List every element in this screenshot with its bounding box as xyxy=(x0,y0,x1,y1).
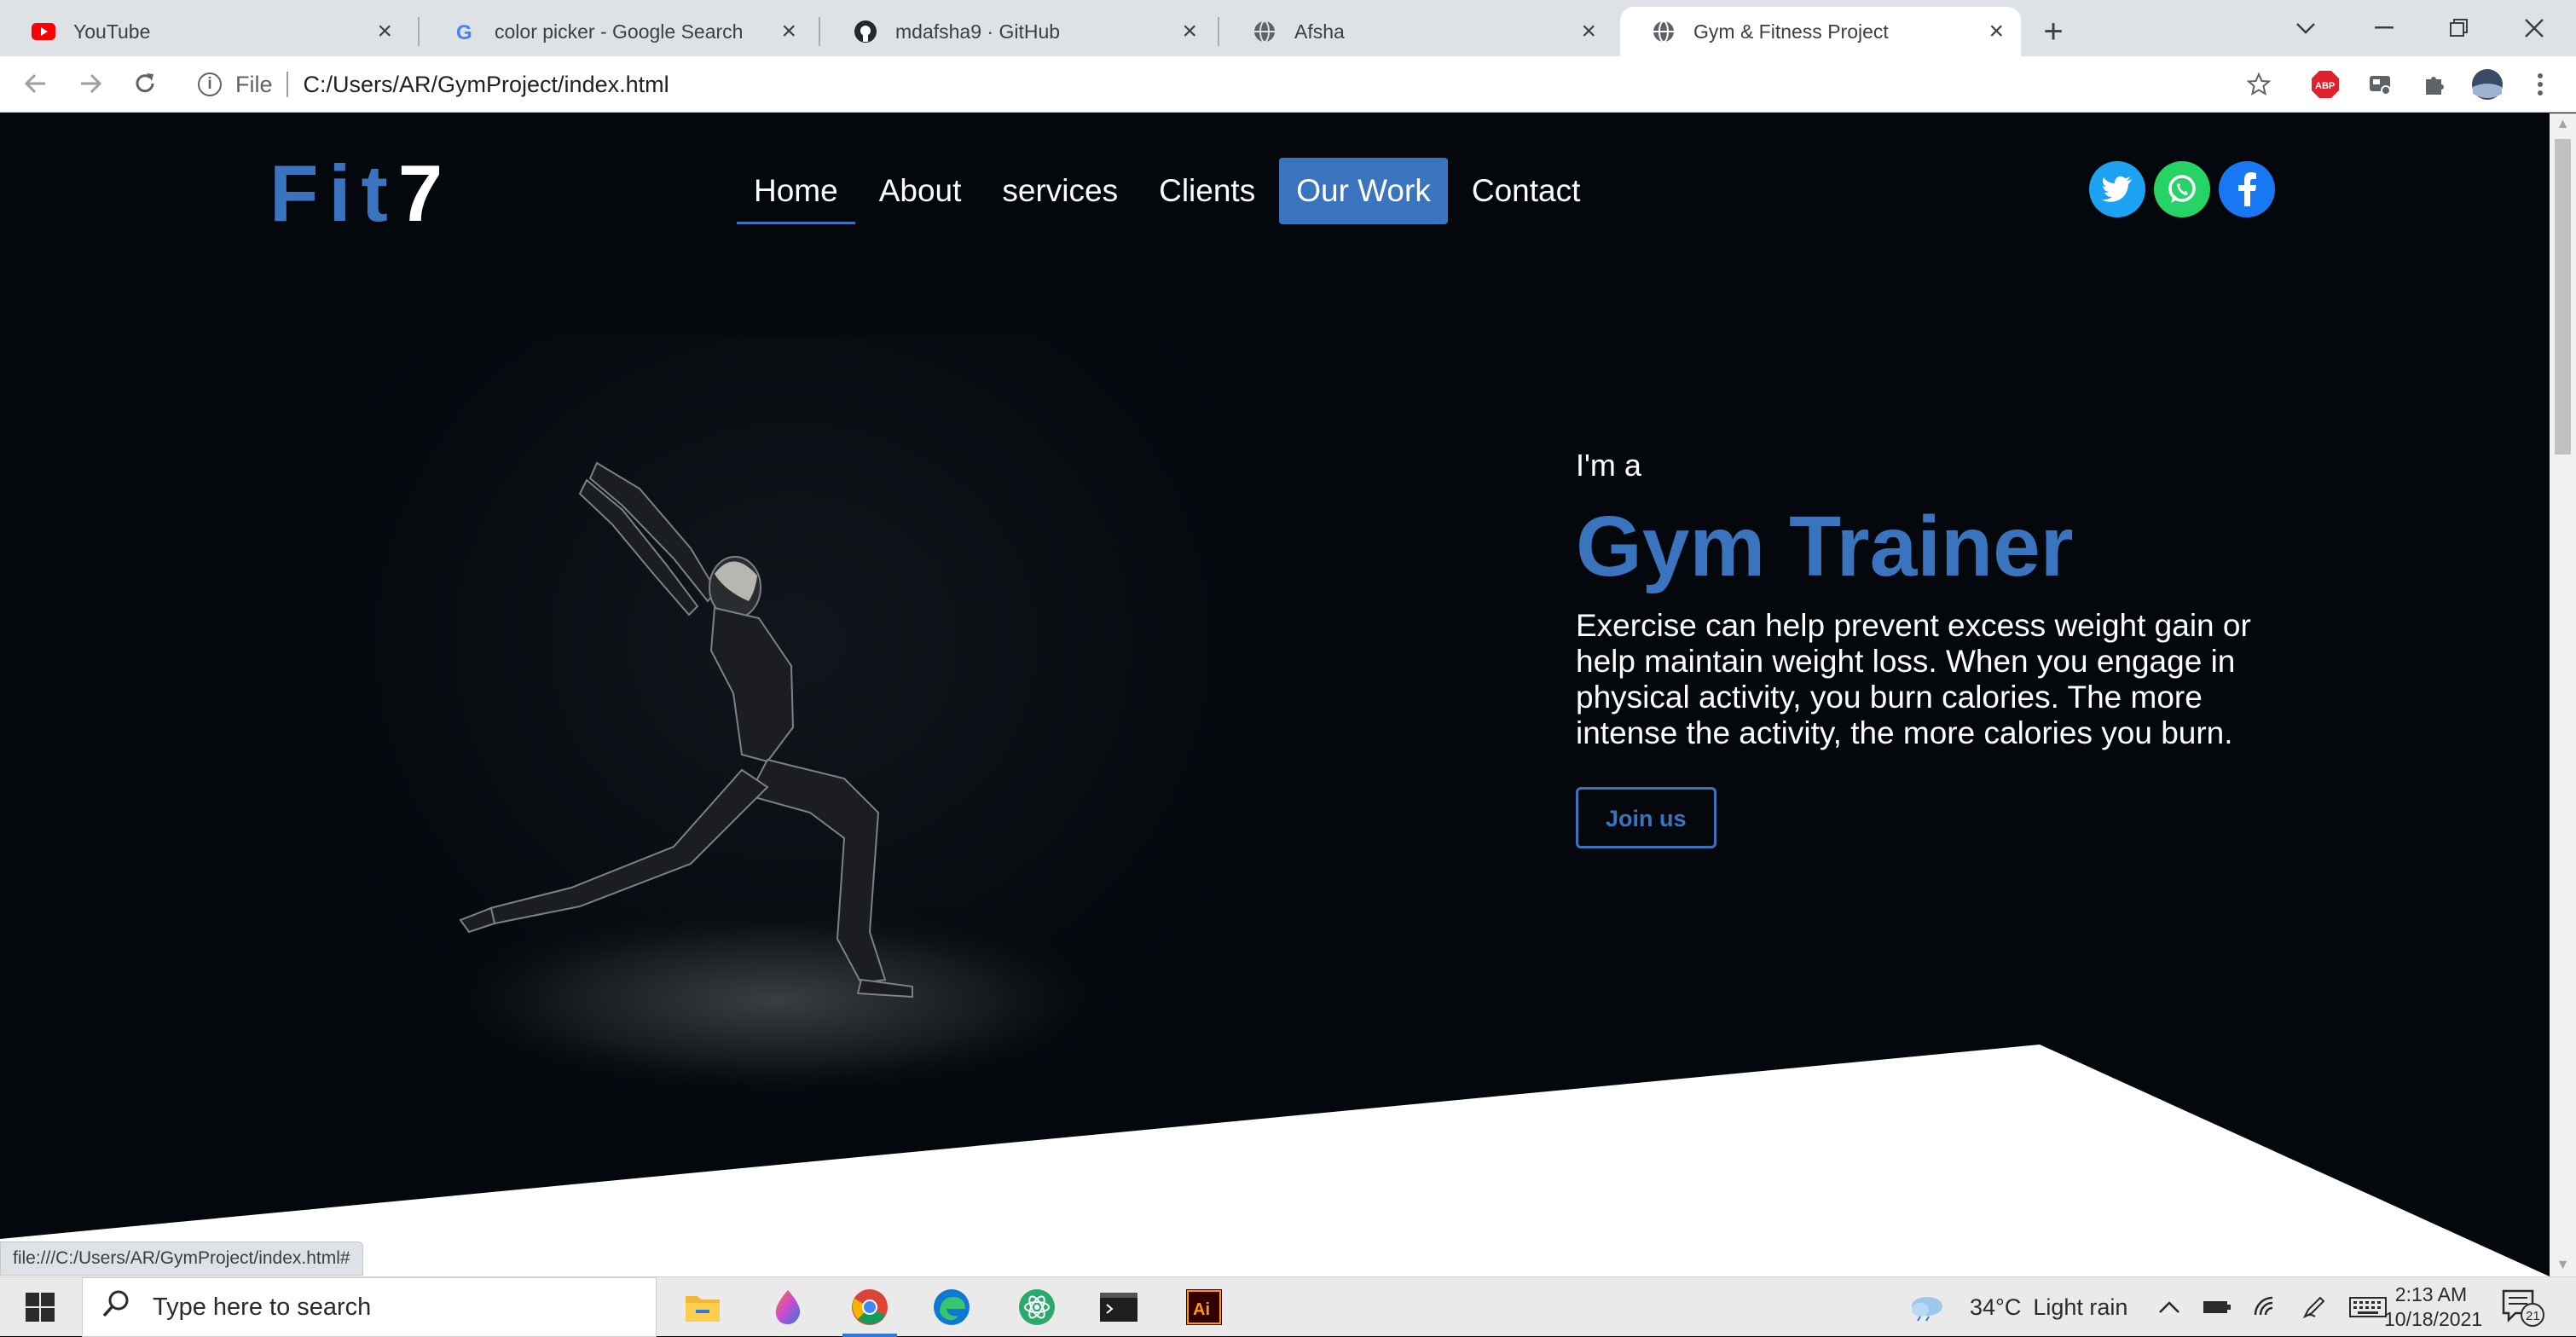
browser-toolbar: i File C:/Users/AR/GymProject/index.html… xyxy=(0,56,2576,113)
youtube-icon xyxy=(31,19,56,44)
windows-taskbar: Type here to search Ai 34°C Light rain 2… xyxy=(0,1276,2576,1337)
logo-number: 7 xyxy=(397,148,454,238)
tab-search-icon[interactable] xyxy=(2268,0,2343,56)
system-tray: 34°C Light rain xyxy=(1908,1277,2409,1337)
reload-icon[interactable] xyxy=(123,61,167,106)
tab-youtube[interactable]: YouTube × xyxy=(0,7,409,56)
chrome-icon[interactable] xyxy=(829,1277,911,1337)
nav-services[interactable]: services xyxy=(985,158,1135,224)
keyboard-icon[interactable] xyxy=(2349,1297,2388,1317)
hero-intro: I'm a xyxy=(1576,448,1641,483)
clock-time: 2:13 AM xyxy=(2394,1283,2468,1305)
whatsapp-icon[interactable] xyxy=(2154,161,2210,217)
tab-google-search[interactable]: G color picker - Google Search × xyxy=(421,7,813,56)
github-icon xyxy=(853,19,878,44)
file-explorer-icon[interactable] xyxy=(662,1277,744,1337)
scroll-up-icon[interactable]: ▲ xyxy=(2550,113,2576,136)
taskbar-search-input[interactable]: Type here to search xyxy=(82,1277,657,1337)
site-info-icon[interactable]: i xyxy=(198,72,222,96)
illustrator-icon[interactable]: Ai xyxy=(1163,1277,1245,1337)
star-icon[interactable] xyxy=(2243,68,2275,101)
tab-title: YouTube xyxy=(73,20,151,43)
twitter-icon[interactable] xyxy=(2089,161,2145,217)
close-tab-icon[interactable]: × xyxy=(1581,17,1596,46)
globe-icon xyxy=(1651,19,1676,44)
extension-icon[interactable] xyxy=(2364,68,2396,101)
paint-drop-icon[interactable] xyxy=(747,1277,829,1337)
close-tab-icon[interactable]: × xyxy=(1182,17,1197,46)
puzzle-icon[interactable] xyxy=(2418,68,2451,101)
tab-separator xyxy=(819,17,820,46)
join-us-button[interactable]: Join us xyxy=(1576,787,1716,848)
url-text: C:/Users/AR/GymProject/index.html xyxy=(303,71,669,97)
tab-gym-fitness-project[interactable]: Gym & Fitness Project × xyxy=(1620,7,2021,56)
svg-text:G: G xyxy=(456,21,472,43)
tab-github[interactable]: mdafsha9 · GitHub × xyxy=(822,7,1214,56)
terminal-icon[interactable] xyxy=(1078,1277,1160,1337)
clock-date: 10/18/2021 xyxy=(2384,1308,2483,1330)
close-window-icon[interactable] xyxy=(2497,0,2572,56)
close-tab-icon[interactable]: × xyxy=(1988,17,2004,46)
wifi-icon[interactable] xyxy=(2254,1296,2279,1318)
page-scrollbar[interactable]: ▲ ▼ xyxy=(2550,113,2576,1276)
taskbar-clock[interactable]: 2:13 AM 10/18/2021 xyxy=(2384,1282,2483,1332)
atom-icon[interactable] xyxy=(996,1277,1078,1337)
yoga-trainer-image xyxy=(367,335,1219,1103)
nav-our-work[interactable]: Our Work xyxy=(1279,158,1448,224)
notification-center-icon[interactable]: 21 xyxy=(2498,1286,2550,1328)
tab-title: Afsha xyxy=(1294,20,1345,43)
nav-clients[interactable]: Clients xyxy=(1142,158,1272,224)
address-bar[interactable]: i File C:/Users/AR/GymProject/index.html xyxy=(181,63,2278,106)
tab-separator xyxy=(1218,17,1219,46)
svg-text:ABP: ABP xyxy=(2315,81,2335,91)
new-tab-button[interactable]: + xyxy=(2034,12,2073,51)
menu-icon[interactable] xyxy=(2524,68,2556,101)
chevron-up-icon[interactable] xyxy=(2158,1300,2180,1314)
windows-start-icon[interactable] xyxy=(0,1277,80,1337)
hero-content: I'm a Gym Trainer Exercise can help prev… xyxy=(1576,448,2275,848)
tab-title: mdafsha9 · GitHub xyxy=(895,20,1061,43)
forward-icon[interactable] xyxy=(68,61,113,106)
tab-title: color picker - Google Search xyxy=(495,20,744,43)
url-divider xyxy=(286,72,288,97)
tab-separator xyxy=(418,17,420,46)
pen-icon[interactable] xyxy=(2301,1294,2327,1320)
nav-home[interactable]: Home xyxy=(737,158,855,224)
search-placeholder: Type here to search xyxy=(153,1293,372,1321)
weather-temp[interactable]: 34°C xyxy=(1970,1294,2021,1321)
scroll-down-icon[interactable]: ▼ xyxy=(2550,1254,2576,1276)
site-logo[interactable]: Fit7 xyxy=(269,148,453,240)
tab-title: Gym & Fitness Project xyxy=(1693,20,1889,43)
google-icon: G xyxy=(452,19,478,44)
edge-icon[interactable] xyxy=(911,1277,993,1337)
social-links xyxy=(2089,161,2275,217)
nav-about[interactable]: About xyxy=(862,158,979,224)
restore-icon[interactable] xyxy=(2422,0,2497,56)
close-tab-icon[interactable]: × xyxy=(781,17,796,46)
browser-tab-strip: YouTube × G color picker - Google Search… xyxy=(0,0,2576,56)
web-page: Fit7 Home About services Clients Our Wor… xyxy=(0,113,2550,1276)
tab-afsha[interactable]: Afsha × xyxy=(1221,7,1613,56)
profile-avatar[interactable] xyxy=(2471,68,2504,101)
svg-text:Ai: Ai xyxy=(1193,1300,1210,1319)
weather-condition[interactable]: Light rain xyxy=(2033,1294,2127,1321)
weather-cloud-icon[interactable] xyxy=(1908,1293,1948,1322)
status-bar-url: file:///C:/Users/AR/GymProject/index.htm… xyxy=(0,1242,363,1276)
hero-description: Exercise can help prevent excess weight … xyxy=(1576,608,2251,750)
minimize-icon[interactable] xyxy=(2347,0,2422,56)
nav-contact[interactable]: Contact xyxy=(1455,158,1598,224)
globe-icon xyxy=(1252,19,1277,44)
url-scheme: File xyxy=(235,71,273,97)
battery-icon[interactable] xyxy=(2203,1299,2232,1316)
notification-count: 21 xyxy=(2526,1309,2540,1323)
facebook-icon[interactable] xyxy=(2219,161,2275,217)
back-icon[interactable] xyxy=(14,61,58,106)
adblock-icon[interactable]: ABP xyxy=(2309,68,2342,101)
search-icon xyxy=(101,1289,130,1325)
close-tab-icon[interactable]: × xyxy=(377,17,392,46)
hero-title: Gym Trainer xyxy=(1576,499,2074,594)
logo-text: Fit xyxy=(269,148,398,238)
scrollbar-thumb[interactable] xyxy=(2555,139,2571,454)
main-nav: Home About services Clients Our Work Con… xyxy=(737,158,1597,224)
